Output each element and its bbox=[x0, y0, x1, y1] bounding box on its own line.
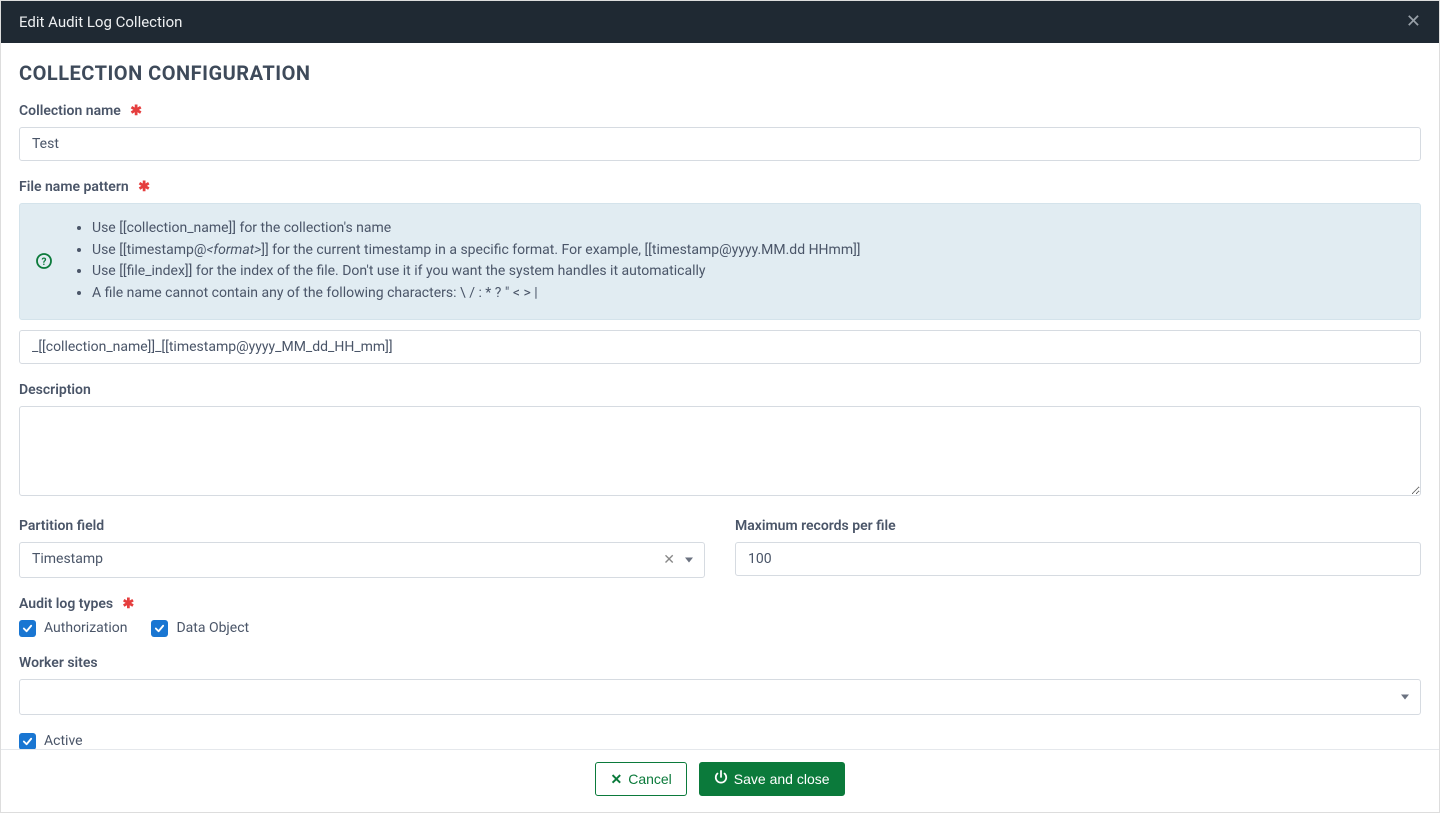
data-object-checkbox-item: Data Object bbox=[151, 620, 249, 637]
data-object-label: Data Object bbox=[176, 620, 249, 636]
data-object-checkbox[interactable] bbox=[151, 620, 168, 637]
active-label: Active bbox=[44, 733, 83, 749]
required-icon: ✱ bbox=[130, 103, 142, 119]
modal-footer: ✕ Cancel Save and close bbox=[1, 749, 1439, 812]
active-checkbox[interactable] bbox=[19, 733, 36, 749]
help-item: A file name cannot contain any of the fo… bbox=[92, 283, 1402, 305]
file-name-pattern-label: File name pattern ✱ bbox=[19, 179, 150, 195]
cancel-button[interactable]: ✕ Cancel bbox=[595, 762, 686, 796]
audit-log-types-label: Audit log types ✱ bbox=[19, 596, 134, 612]
description-group: Description bbox=[19, 382, 1421, 500]
partition-field-select[interactable]: Timestamp ✕ bbox=[19, 542, 705, 578]
chevron-down-icon bbox=[685, 557, 693, 562]
svg-text:?: ? bbox=[42, 257, 47, 268]
worker-sites-value bbox=[19, 679, 1421, 715]
partition-field-label: Partition field bbox=[19, 518, 104, 534]
description-label: Description bbox=[19, 382, 91, 398]
active-group: Active bbox=[19, 733, 1421, 749]
required-icon: ✱ bbox=[138, 179, 150, 195]
required-icon: ✱ bbox=[123, 596, 135, 612]
partition-max-row: Partition field Timestamp ✕ Maximum reco… bbox=[19, 518, 1421, 596]
edit-audit-log-modal: Edit Audit Log Collection ✕ COLLECTION C… bbox=[0, 0, 1440, 813]
section-title: COLLECTION CONFIGURATION bbox=[19, 61, 1421, 85]
collection-name-label: Collection name ✱ bbox=[19, 103, 142, 119]
help-item: Use [[timestamp@<format>]] for the curre… bbox=[92, 240, 1402, 262]
modal-body: COLLECTION CONFIGURATION Collection name… bbox=[1, 43, 1439, 749]
worker-sites-label: Worker sites bbox=[19, 655, 98, 671]
close-icon: ✕ bbox=[610, 771, 622, 788]
authorization-checkbox-item: Authorization bbox=[19, 620, 127, 637]
modal-header: Edit Audit Log Collection ✕ bbox=[1, 1, 1439, 43]
chevron-down-icon bbox=[1401, 694, 1409, 699]
power-icon bbox=[714, 770, 728, 788]
help-item: Use [[file_index]] for the index of the … bbox=[92, 261, 1402, 283]
active-checkbox-item: Active bbox=[19, 733, 1421, 749]
clear-icon[interactable]: ✕ bbox=[663, 552, 675, 568]
file-name-pattern-group: File name pattern ✱ ? Use [[collection_n… bbox=[19, 179, 1421, 364]
close-icon[interactable]: ✕ bbox=[1406, 13, 1421, 31]
max-records-input[interactable] bbox=[735, 542, 1421, 576]
help-icon: ? bbox=[36, 253, 52, 269]
file-name-pattern-input[interactable] bbox=[19, 330, 1421, 364]
description-textarea[interactable] bbox=[19, 406, 1421, 496]
collection-name-group: Collection name ✱ bbox=[19, 103, 1421, 161]
save-and-close-button[interactable]: Save and close bbox=[699, 762, 845, 796]
file-name-pattern-help: ? Use [[collection_name]] for the collec… bbox=[19, 203, 1421, 320]
collection-name-input[interactable] bbox=[19, 127, 1421, 161]
partition-field-group: Partition field Timestamp ✕ bbox=[19, 518, 705, 578]
authorization-label: Authorization bbox=[44, 620, 127, 636]
modal-title: Edit Audit Log Collection bbox=[19, 13, 182, 31]
max-records-label: Maximum records per file bbox=[735, 518, 896, 534]
audit-log-types-checkboxes: Authorization Data Object bbox=[19, 620, 1421, 637]
max-records-group: Maximum records per file bbox=[735, 518, 1421, 578]
authorization-checkbox[interactable] bbox=[19, 620, 36, 637]
help-item: Use [[collection_name]] for the collecti… bbox=[92, 218, 1402, 240]
worker-sites-select[interactable] bbox=[19, 679, 1421, 715]
partition-field-value: Timestamp bbox=[19, 542, 705, 578]
worker-sites-group: Worker sites bbox=[19, 655, 1421, 715]
audit-log-types-group: Audit log types ✱ Authorization Data Obj… bbox=[19, 596, 1421, 637]
